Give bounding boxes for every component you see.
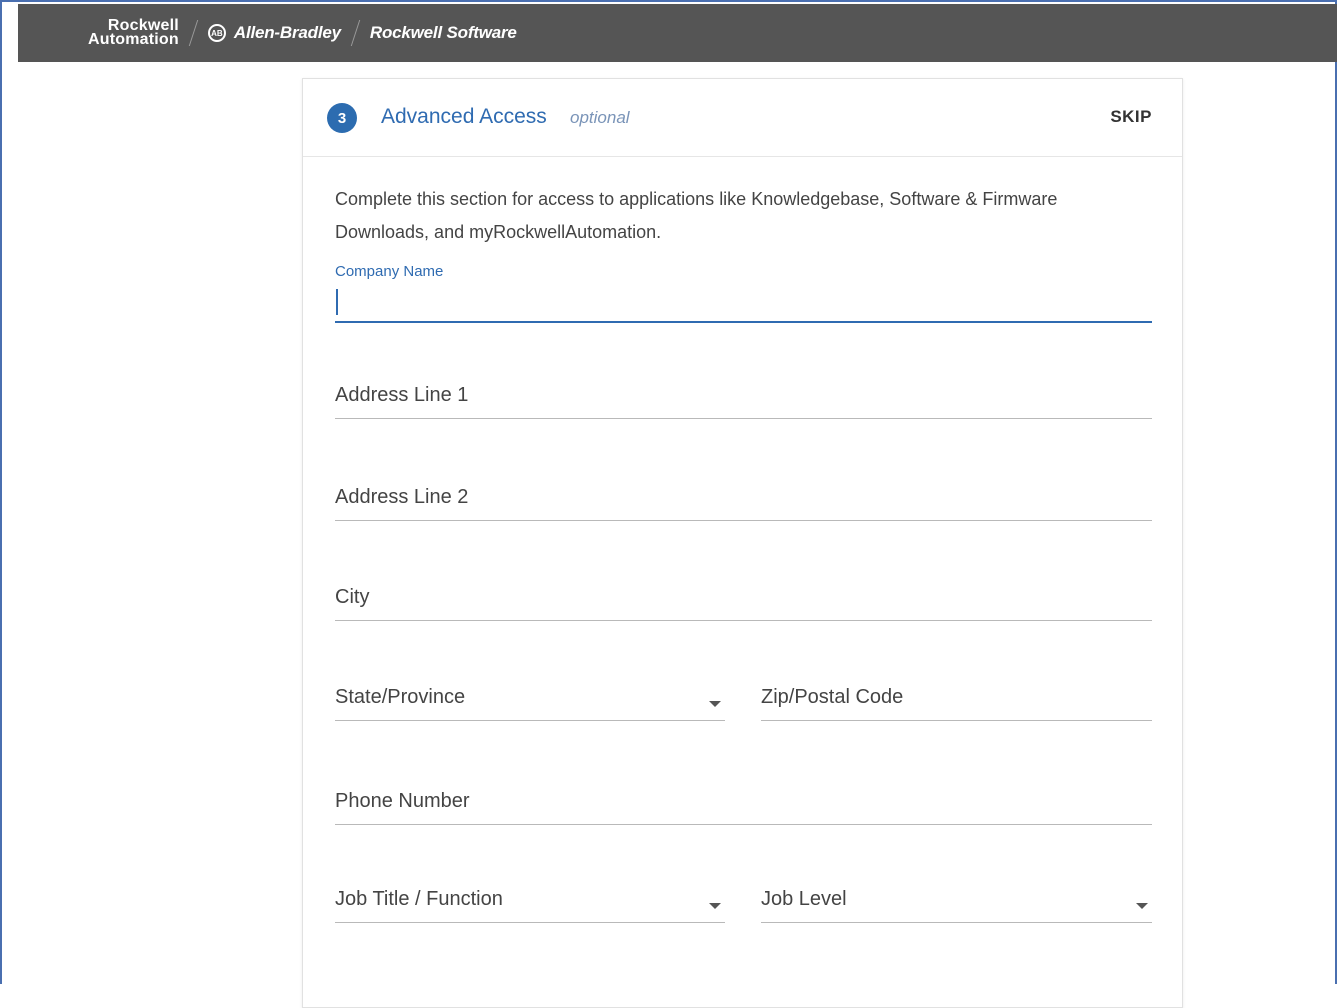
zip-postal-code-field[interactable]: Zip/Postal Code — [761, 661, 1152, 721]
company-name-field[interactable]: Company Name — [335, 263, 1152, 323]
job-level-placeholder: Job Level — [761, 888, 847, 910]
chevron-down-icon[interactable] — [709, 701, 721, 707]
company-name-label: Company Name — [335, 263, 444, 280]
window-frame: Rockwell Automation AB Allen-Bradley Roc… — [0, 0, 1337, 1008]
chevron-down-icon[interactable] — [709, 903, 721, 909]
intro-text: Complete this section for access to appl… — [335, 189, 1058, 242]
step-number-badge: 3 — [327, 103, 357, 133]
phone-number-placeholder: Phone Number — [335, 790, 470, 812]
job-title-underline — [335, 922, 725, 923]
skip-button[interactable]: SKIP — [1110, 107, 1152, 127]
phone-number-field[interactable]: Phone Number — [335, 765, 1152, 825]
city-field[interactable]: City — [335, 561, 1152, 621]
city-underline — [335, 620, 1152, 621]
text-cursor — [336, 289, 338, 315]
job-title-placeholder: Job Title / Function — [335, 888, 503, 910]
state-province-placeholder: State/Province — [335, 686, 466, 708]
address-line-2-field[interactable]: Address Line 2 — [335, 461, 1152, 521]
state-province-underline — [335, 720, 725, 721]
address-line-2-placeholder: Address Line 2 — [335, 486, 469, 508]
logo-line-2: Automation — [88, 31, 179, 48]
allen-bradley-logo[interactable]: Allen-Bradley — [234, 23, 341, 43]
rockwell-software-logo[interactable]: Rockwell Software — [370, 23, 517, 43]
state-province-select[interactable]: State/Province — [335, 661, 725, 721]
address-line-2-underline — [335, 520, 1152, 521]
brand-separator — [188, 20, 199, 46]
job-level-underline — [761, 922, 1152, 923]
brand-bar: Rockwell Automation AB Allen-Bradley Roc… — [18, 4, 1337, 62]
allen-bradley-badge-icon: AB — [207, 24, 226, 42]
address-line-1-field[interactable]: Address Line 1 — [335, 359, 1152, 419]
address-line-1-underline — [335, 418, 1152, 419]
phone-number-underline — [335, 824, 1152, 825]
advanced-access-card: 3 Advanced Access optional SKIP Complete… — [302, 78, 1183, 1008]
card-header: 3 Advanced Access optional SKIP — [303, 79, 1182, 157]
brand-separator — [350, 20, 361, 46]
zip-postal-code-underline — [761, 720, 1152, 721]
address-line-1-placeholder: Address Line 1 — [335, 384, 469, 406]
job-title-select[interactable]: Job Title / Function — [335, 863, 725, 923]
step-title: Advanced Access — [381, 105, 547, 128]
job-level-select[interactable]: Job Level — [761, 863, 1152, 923]
step-optional-label: optional — [570, 108, 630, 127]
rockwell-automation-logo[interactable]: Rockwell Automation — [88, 18, 179, 48]
city-placeholder: City — [335, 586, 370, 608]
company-name-underline — [335, 321, 1152, 323]
chevron-down-icon[interactable] — [1136, 903, 1148, 909]
zip-postal-code-placeholder: Zip/Postal Code — [761, 686, 904, 708]
